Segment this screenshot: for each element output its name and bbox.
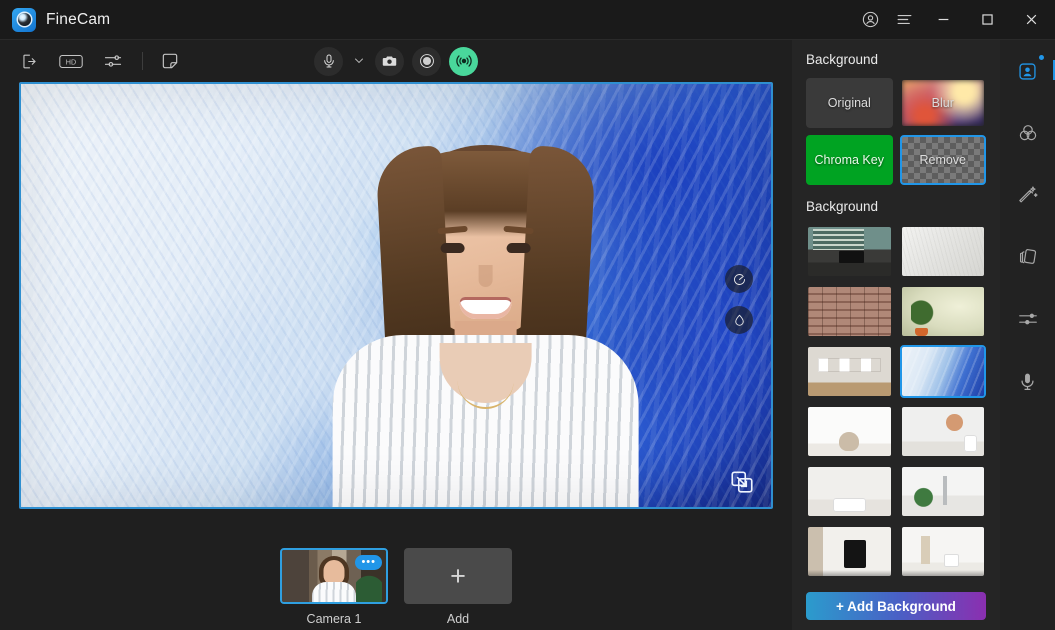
background-mode-heading: Background [806,52,879,67]
mode-original[interactable]: Original [806,78,893,128]
app-title: FineCam [46,10,111,28]
toolbar-divider [142,52,143,70]
background-library-heading: Background [806,199,879,214]
minimize-icon[interactable] [921,1,965,39]
background-office-desk[interactable] [806,225,893,278]
mode-remove[interactable]: Remove [899,135,986,185]
portrait-badge-dot [1038,55,1044,60]
hd-quality-icon[interactable]: HD [56,47,86,75]
mode-chroma-key[interactable]: Chroma Key [806,135,893,185]
background-shelf-poster[interactable] [806,525,893,578]
hamburger-menu-icon[interactable] [887,5,921,35]
background-white-wall[interactable] [900,225,987,278]
background-panel: Background Original Blur Chroma Key Remo… [792,40,1000,630]
rail-portrait-icon[interactable] [1011,54,1055,88]
account-circle-icon[interactable] [853,5,887,35]
toolbar: HD [0,40,792,82]
resize-expand-icon[interactable] [729,469,755,495]
background-blue-paint[interactable] [899,345,986,398]
rail-magic-wand-icon[interactable] [1011,178,1045,212]
snapshot-camera-icon[interactable] [375,46,404,76]
mirror-flip-icon[interactable] [725,265,753,293]
active-indicator-bar [1052,60,1055,80]
close-icon[interactable] [1009,1,1053,39]
add-background-button[interactable]: + Add Background [806,592,986,620]
camera-strip: ••• Camera 1 + Add [0,542,792,630]
export-output-icon[interactable] [14,47,44,75]
background-bathroom-plant[interactable] [900,465,987,518]
camera-cell[interactable]: ••• Camera 1 [279,548,389,626]
microphone-icon[interactable] [314,46,343,76]
water-drop-icon[interactable] [725,306,753,334]
maximize-icon[interactable] [965,1,1009,39]
tool-rail [1000,40,1055,630]
rail-adjust-sliders-icon[interactable] [1011,302,1045,336]
camera-label: Camera 1 [306,612,362,626]
background-gallery-wall[interactable] [806,345,893,398]
camera-more-options-badge[interactable]: ••• [355,555,382,570]
svg-text:HD: HD [66,57,76,66]
add-camera-label: Add [446,612,470,626]
camera-thumbnail[interactable]: ••• [280,548,388,604]
background-white-room-console[interactable] [806,465,893,518]
rail-color-circles-icon[interactable] [1011,116,1045,150]
mode-chroma-key-label: Chroma Key [814,153,884,167]
background-white-room-chair[interactable] [806,405,893,458]
mode-original-label: Original [827,96,871,110]
broadcast-live-icon[interactable] [449,46,478,76]
stage-column: HD ••• Camera 1 + Add [0,40,792,630]
mode-blur[interactable]: Blur [900,78,987,128]
video-stage [0,82,792,542]
title-bar: FineCam [0,0,1055,40]
plus-icon[interactable]: + [404,548,512,604]
rail-microphone-icon[interactable] [1011,364,1045,398]
video-preview[interactable] [19,82,773,509]
background-white-room-vase[interactable] [900,405,987,458]
mode-blur-label: Blur [931,96,954,110]
chevron-down-icon[interactable] [351,50,367,72]
add-camera-cell[interactable]: + Add [403,548,513,626]
settings-sliders-icon[interactable] [98,47,128,75]
app-logo-icon [12,7,36,32]
main-area: HD ••• Camera 1 + Add Background Origina… [0,40,1055,630]
background-brick-wall[interactable] [806,285,893,338]
rail-layered-cards-icon[interactable] [1011,240,1045,274]
whiteboard-note-icon[interactable] [155,47,185,75]
center-toolbar [314,46,478,76]
background-thumbnail-grid [806,225,986,578]
background-plant-wall[interactable] [900,285,987,338]
preview-vignette [21,84,771,507]
background-mode-grid: Original Blur Chroma Key Remove [806,78,986,185]
finecam-window: FineCam HD ••• Camera 1 + Add Background… [0,0,1055,630]
background-shelf-decor[interactable] [900,525,987,578]
mode-remove-label: Remove [919,153,967,167]
record-icon[interactable] [412,46,441,76]
